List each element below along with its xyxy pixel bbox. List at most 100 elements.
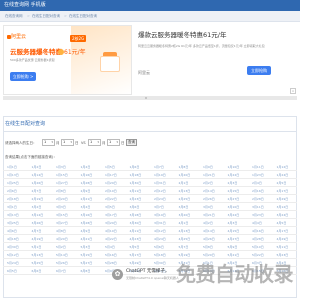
- date-link[interactable]: 3月16日: [81, 212, 93, 218]
- date-link[interactable]: 2月16日: [252, 188, 264, 194]
- date-link[interactable]: 5月19日: [179, 252, 191, 258]
- date-link[interactable]: 3月3日: [56, 204, 66, 210]
- date-link[interactable]: 4月4日: [252, 220, 262, 226]
- date-link[interactable]: 2月6日: [7, 188, 17, 194]
- date-link[interactable]: 3月4日: [81, 204, 91, 210]
- date-link[interactable]: 4月17日: [277, 228, 289, 234]
- date-link[interactable]: 4月26日: [203, 236, 215, 242]
- date-link[interactable]: 2月22日: [105, 196, 117, 202]
- ad-title[interactable]: 爆款云服务器暖冬特惠61元/年: [138, 31, 226, 40]
- ad-buy-button[interactable]: 立即抢购: [247, 66, 271, 75]
- date-link[interactable]: 3月24日: [277, 212, 289, 218]
- date-link[interactable]: 1月15日: [56, 172, 68, 178]
- date-link[interactable]: 5月4日: [105, 244, 115, 250]
- month-select-2[interactable]: 1 ▾: [88, 139, 101, 146]
- date-link[interactable]: 5月1日: [32, 244, 42, 250]
- date-link[interactable]: 1月21日: [203, 172, 215, 178]
- date-link[interactable]: 4月23日: [130, 236, 142, 242]
- date-link[interactable]: 4月13日: [179, 228, 191, 234]
- date-link[interactable]: 4月24日: [154, 236, 166, 242]
- date-link[interactable]: 1月2日: [32, 164, 42, 170]
- date-link[interactable]: 5月14日: [56, 252, 68, 258]
- date-link[interactable]: 1月8日: [179, 164, 189, 170]
- date-link[interactable]: 1月16日: [81, 172, 93, 178]
- date-link[interactable]: 2月8日: [56, 188, 66, 194]
- date-link[interactable]: 1月28日: [81, 180, 93, 186]
- date-link[interactable]: 3月25日: [7, 220, 19, 226]
- date-link[interactable]: 3月22日: [228, 212, 240, 218]
- day-select-1[interactable]: 1 ▾: [61, 139, 74, 146]
- date-link[interactable]: 2月28日: [252, 196, 264, 202]
- date-link[interactable]: 1月31日: [154, 180, 166, 186]
- site-title[interactable]: 在线查询网 手机版: [4, 1, 46, 10]
- date-link[interactable]: 2月1日: [179, 180, 189, 186]
- date-link[interactable]: 5月26日: [56, 260, 68, 266]
- date-link[interactable]: 2月12日: [154, 188, 166, 194]
- date-link[interactable]: 1月24日: [277, 172, 289, 178]
- date-link[interactable]: 4月1日: [179, 220, 189, 226]
- date-link[interactable]: 3月1日: [7, 204, 17, 210]
- date-link[interactable]: 3月10日: [228, 204, 240, 210]
- date-link[interactable]: 2月19日: [32, 196, 44, 202]
- date-link[interactable]: 1月11日: [252, 164, 264, 170]
- date-link[interactable]: 4月6日: [7, 228, 17, 234]
- date-link[interactable]: 3月29日: [105, 220, 117, 226]
- date-link[interactable]: 3月9日: [203, 204, 213, 210]
- date-link[interactable]: 1月12日: [277, 164, 289, 170]
- date-link[interactable]: 1月9日: [203, 164, 213, 170]
- date-link[interactable]: 3月17日: [105, 212, 117, 218]
- ad-buy-button[interactable]: 立即抢购 >: [10, 72, 36, 81]
- date-link[interactable]: 5月2日: [56, 244, 66, 250]
- date-link[interactable]: 2月7日: [32, 188, 42, 194]
- date-link[interactable]: 4月8日: [56, 228, 66, 234]
- date-link[interactable]: 2月23日: [130, 196, 142, 202]
- date-link[interactable]: 2月17日: [277, 188, 289, 194]
- date-link[interactable]: 2月13日: [179, 188, 191, 194]
- date-link[interactable]: 4月10日: [105, 228, 117, 234]
- date-link[interactable]: 5月29日: [130, 260, 142, 266]
- date-link[interactable]: 3月28日: [81, 220, 93, 226]
- date-link[interactable]: 1月13日: [7, 172, 19, 178]
- date-link[interactable]: 6月6日: [32, 268, 42, 274]
- date-link[interactable]: 2月27日: [228, 196, 240, 202]
- date-link[interactable]: 5月6日: [154, 244, 164, 250]
- date-link[interactable]: 4月25日: [179, 236, 191, 242]
- date-link[interactable]: 2月3日: [228, 180, 238, 186]
- date-link[interactable]: 4月22日: [105, 236, 117, 242]
- date-link[interactable]: 4月9日: [81, 228, 91, 234]
- date-link[interactable]: 3月8日: [179, 204, 189, 210]
- month-select-1[interactable]: 1 ▾: [42, 139, 55, 146]
- date-link[interactable]: 1月23日: [252, 172, 264, 178]
- date-link[interactable]: 5月13日: [32, 252, 44, 258]
- date-link[interactable]: 2月18日: [7, 196, 19, 202]
- date-link[interactable]: 2月26日: [203, 196, 215, 202]
- date-link[interactable]: 4月20日: [56, 236, 68, 242]
- ad-banner-left[interactable]: 阿里云 2核2G 云服务器爆冬特惠 61元/年 500多款产品优惠 云服务器1折…: [3, 25, 132, 95]
- date-link[interactable]: 4月7日: [32, 228, 42, 234]
- date-link[interactable]: 6月8日: [81, 268, 91, 274]
- date-link[interactable]: 3月14日: [32, 212, 44, 218]
- date-link[interactable]: 3月23日: [252, 212, 264, 218]
- date-link[interactable]: 1月1日: [7, 164, 17, 170]
- date-link[interactable]: 5月21日: [228, 252, 240, 258]
- date-link[interactable]: 6月5日: [7, 268, 17, 274]
- date-link[interactable]: 4月5日: [277, 220, 287, 226]
- date-link[interactable]: 1月27日: [56, 180, 68, 186]
- breadcrumb-category-link[interactable]: 在线生日配对查询: [32, 14, 60, 19]
- date-link[interactable]: 3月19日: [154, 212, 166, 218]
- date-link[interactable]: 2月29日: [277, 196, 289, 202]
- chatgpt-title[interactable]: ChatGPT 无需梯子，: [126, 268, 169, 275]
- date-link[interactable]: 3月2日: [32, 204, 42, 210]
- date-link[interactable]: 5月28日: [105, 260, 117, 266]
- date-link[interactable]: 3月7日: [154, 204, 164, 210]
- date-link[interactable]: 2月14日: [203, 188, 215, 194]
- date-link[interactable]: 1月5日: [105, 164, 115, 170]
- date-link[interactable]: 5月20日: [203, 252, 215, 258]
- date-link[interactable]: 5月23日: [277, 252, 289, 258]
- date-link[interactable]: 5月8日: [203, 244, 213, 250]
- date-link[interactable]: 4月27日: [228, 236, 240, 242]
- date-link[interactable]: 5月10日: [252, 244, 264, 250]
- date-link[interactable]: 4月28日: [252, 236, 264, 242]
- date-link[interactable]: 2月11日: [130, 188, 142, 194]
- date-link[interactable]: 1月7日: [154, 164, 164, 170]
